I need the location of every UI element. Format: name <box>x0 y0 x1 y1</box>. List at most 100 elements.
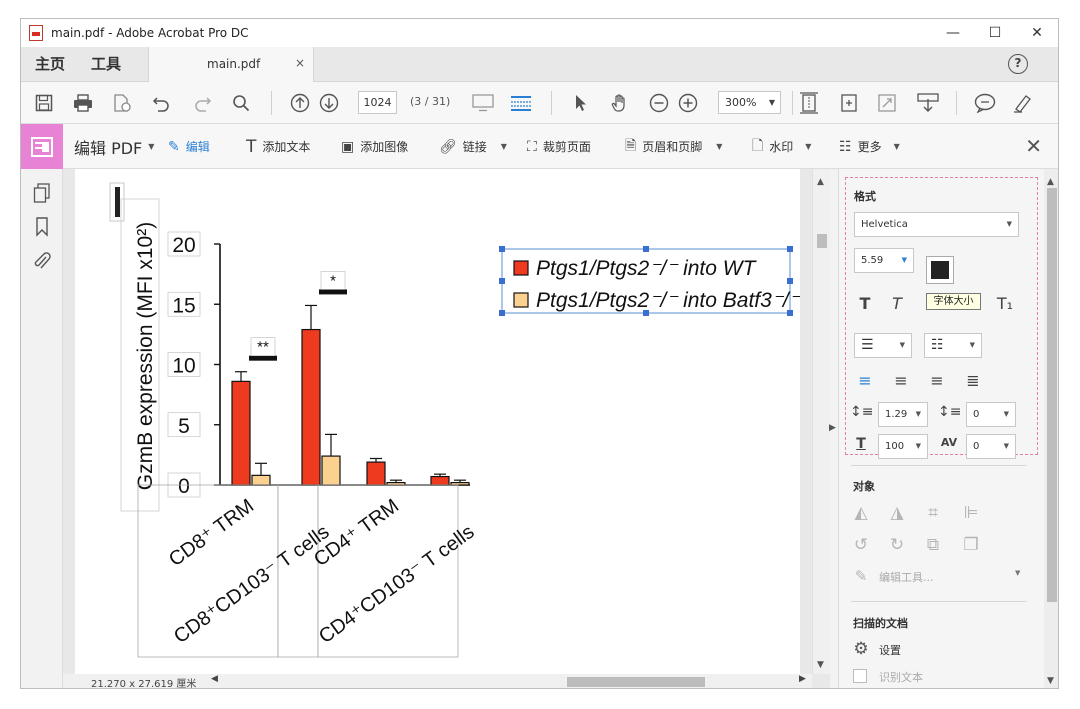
horizontal-scale-value: 100 <box>885 441 905 452</box>
subscript-icon[interactable]: T₁ <box>994 294 1016 313</box>
align-center-icon[interactable]: ≡ <box>890 371 912 390</box>
page-number-input[interactable]: 1024 <box>358 91 397 114</box>
watermark-icon: 🗋︎ <box>752 137 764 154</box>
paragraph-spacing-icon: ↕≡ <box>938 404 962 420</box>
read-mode-icon[interactable] <box>471 91 495 115</box>
chevron-down-icon: ▼ <box>969 341 975 349</box>
bookmark-icon[interactable] <box>32 217 52 237</box>
minimize-button[interactable]: — <box>932 19 974 47</box>
collapse-right-pane-icon[interactable]: ▶ <box>829 423 836 433</box>
rotate-right-icon[interactable]: ↻ <box>885 535 909 555</box>
edit-button[interactable]: ✎ 编辑 <box>168 124 210 169</box>
numbered-list-button[interactable]: ☷ ▼ <box>924 333 982 358</box>
scroll-up-icon[interactable]: ▲ <box>1047 177 1054 187</box>
font-size-tooltip: 字体大小 <box>926 293 981 310</box>
horizontal-scale-select[interactable]: 100 ▼ <box>878 434 928 459</box>
font-size-select[interactable]: 5.59 ▼ <box>854 248 914 273</box>
save-icon[interactable] <box>32 91 56 115</box>
maximize-button[interactable]: ☐ <box>974 19 1016 47</box>
justify-icon[interactable]: ≣ <box>962 371 984 390</box>
close-window-button[interactable]: ✕ <box>1016 19 1058 47</box>
flip-horizontal-icon[interactable]: ◮ <box>885 503 909 523</box>
crop-object-icon[interactable]: ⌗ <box>921 503 945 523</box>
help-icon[interactable]: ? <box>1008 54 1028 74</box>
crop-page-button[interactable]: ⛶ 裁剪页面 <box>527 124 591 169</box>
italic-icon[interactable]: T <box>886 294 908 313</box>
text-style-icon[interactable]: T <box>854 294 876 313</box>
scroll-down-icon[interactable]: ▼ <box>817 660 824 670</box>
add-image-button[interactable]: ▣ 添加图像 <box>341 124 408 169</box>
edit-text-icon: ✎ <box>168 138 180 155</box>
replace-image-icon[interactable]: ⧉ <box>921 535 945 555</box>
align-right-icon[interactable]: ≡ <box>926 371 948 390</box>
download-icon[interactable] <box>916 91 940 115</box>
page-down-icon[interactable] <box>317 91 341 115</box>
paragraph-spacing-select[interactable]: 0 ▼ <box>966 402 1016 427</box>
scroll-mode-icon[interactable] <box>509 91 533 115</box>
panel-scroll-thumb[interactable] <box>1047 188 1057 602</box>
print-icon[interactable] <box>71 91 95 115</box>
line-spacing-value: 1.29 <box>885 409 908 420</box>
edit-tools-label[interactable]: 编辑工具... <box>879 569 934 585</box>
recognize-text-label[interactable]: 识别文本 <box>879 669 923 685</box>
rotate-left-icon[interactable]: ↺ <box>849 535 873 555</box>
scroll-thumb[interactable] <box>817 234 827 248</box>
zoom-select[interactable]: 300% ▼ <box>718 91 781 114</box>
close-edit-icon[interactable]: ✕ <box>1025 134 1042 158</box>
undo-icon[interactable] <box>149 91 173 115</box>
align-left-icon[interactable]: ≡ <box>854 371 876 390</box>
scroll-down-icon[interactable]: ▼ <box>1047 676 1054 686</box>
settings-label[interactable]: 设置 <box>879 642 901 658</box>
align-objects-icon[interactable]: ⊫ <box>959 503 983 523</box>
edit-pdf-tool-icon[interactable] <box>21 124 63 169</box>
character-spacing-select[interactable]: 0 ▼ <box>966 434 1016 459</box>
select-cursor-icon[interactable] <box>569 91 593 115</box>
bullet-list-button[interactable]: ☰ ▼ <box>854 333 912 358</box>
highlight-icon[interactable] <box>1011 91 1035 115</box>
tab-document[interactable]: main.pdf × <box>148 47 314 82</box>
recognize-text-checkbox[interactable] <box>853 669 867 683</box>
scroll-up-icon[interactable]: ▲ <box>817 177 824 187</box>
link-icon: 🔗︎ <box>439 138 457 155</box>
text-color-button[interactable] <box>926 256 954 284</box>
more-button[interactable]: ☷ 更多 ▼ <box>839 124 900 169</box>
arrange-icon[interactable]: ❐ <box>959 535 983 555</box>
attachment-icon[interactable] <box>32 251 52 271</box>
page-thumbnails-icon[interactable] <box>32 183 52 203</box>
pdf-page: 20 15 10 5 0 GzmB expression (MFI x10²) ** * CD8… <box>75 169 800 674</box>
comment-icon[interactable] <box>973 91 997 115</box>
scroll-right-icon[interactable]: ▶ <box>799 674 806 684</box>
zoom-out-icon[interactable] <box>647 91 671 115</box>
redo-icon[interactable] <box>191 91 215 115</box>
page-up-icon[interactable] <box>288 91 312 115</box>
panel-scrollbar[interactable]: ▲ ▼ <box>1044 169 1058 688</box>
header-footer-button[interactable]: 🗎︎ 页眉和页脚 ▼ <box>625 124 722 169</box>
hand-icon[interactable] <box>608 91 632 115</box>
fit-page-icon[interactable] <box>797 91 821 115</box>
watermark-button[interactable]: 🗋︎ 水印 ▼ <box>752 124 811 169</box>
selection-handle <box>787 278 793 284</box>
share-icon[interactable] <box>110 91 134 115</box>
chevron-down-icon[interactable]: ▼ <box>1015 569 1020 577</box>
link-button[interactable]: 🔗︎ 链接 ▼ <box>439 124 507 169</box>
tab-home[interactable]: 主页 <box>35 47 65 82</box>
gear-icon[interactable]: ⚙ <box>849 639 873 659</box>
flip-vertical-icon[interactable]: ◭ <box>849 503 873 523</box>
rotate-icon[interactable] <box>837 91 861 115</box>
selection-handle <box>643 246 649 252</box>
chevron-down-icon: ▼ <box>805 142 812 151</box>
scroll-left-icon[interactable]: ◀ <box>211 674 218 684</box>
add-text-button[interactable]: T 添加文本 <box>246 124 310 169</box>
tab-tools[interactable]: 工具 <box>91 47 121 82</box>
fullscreen-icon[interactable] <box>875 91 899 115</box>
close-tab-icon[interactable]: × <box>295 56 305 70</box>
vertical-scrollbar[interactable]: ▲ ▼ <box>812 169 830 674</box>
line-spacing-select[interactable]: 1.29 ▼ <box>878 402 928 427</box>
chevron-down-icon: ▼ <box>899 341 905 349</box>
font-family-select[interactable]: Helvetica ▼ <box>854 212 1019 237</box>
significance-label: ** <box>257 339 269 356</box>
zoom-in-icon[interactable] <box>676 91 700 115</box>
horizontal-scroll-thumb[interactable] <box>567 677 705 687</box>
edit-pdf-menu[interactable]: 编辑 PDF ▼ <box>74 124 154 169</box>
search-icon[interactable] <box>229 91 253 115</box>
